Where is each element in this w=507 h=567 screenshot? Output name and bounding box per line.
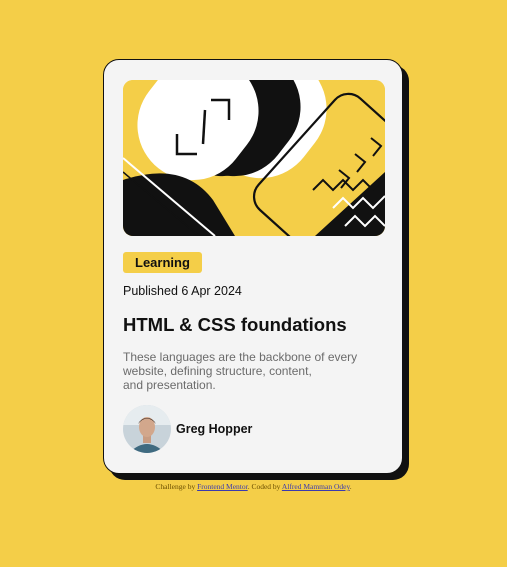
blog-preview-card: Learning Published 6 Apr 2024 HTML & CSS…	[103, 59, 403, 474]
author-avatar	[123, 405, 171, 453]
description-line: and presentation.	[123, 378, 216, 392]
frontend-mentor-link[interactable]: Frontend Mentor	[197, 482, 248, 491]
card-description: These languages are the backbone of ever…	[123, 350, 373, 392]
author-name: Greg Hopper	[176, 422, 253, 436]
avatar-photo-icon	[123, 405, 171, 453]
author-block: Greg Hopper	[123, 405, 252, 453]
attribution-prefix: Challenge by	[155, 482, 198, 491]
category-badge: Learning	[123, 252, 202, 273]
attribution-suffix: .	[349, 482, 352, 491]
description-line: These languages are the backbone of ever…	[123, 350, 358, 364]
footer-attribution: Challenge by Frontend Mentor. Coded by A…	[0, 482, 507, 491]
description-line: website, defining structure, content,	[123, 364, 312, 378]
geometric-illustration-image	[123, 80, 385, 236]
hero-illustration	[123, 80, 385, 236]
published-date: Published 6 Apr 2024	[123, 284, 242, 298]
author-profile-link[interactable]: Alfred Mamman Odey	[282, 482, 350, 491]
attribution-middle: . Coded by	[247, 482, 282, 491]
card-title[interactable]: HTML & CSS foundations	[123, 314, 347, 336]
